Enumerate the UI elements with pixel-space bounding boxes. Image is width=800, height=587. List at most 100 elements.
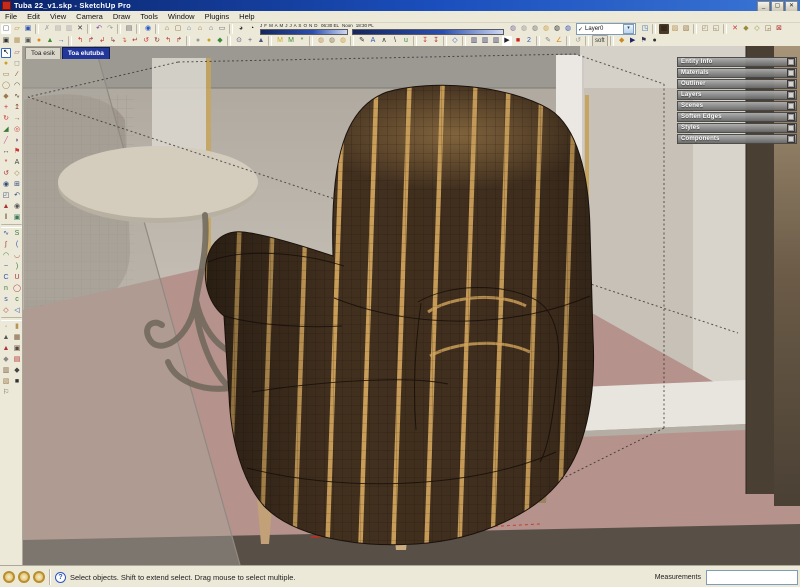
sep[interactable] xyxy=(1,224,22,228)
cut-icon[interactable]: ✗ xyxy=(42,24,52,34)
bezier-tool-15[interactable]: ◇ xyxy=(1,306,11,316)
panel-soften-edges[interactable]: Soften Edges xyxy=(677,112,797,122)
component-tan-icon[interactable]: ▨ xyxy=(670,24,680,34)
plus-tool-icon[interactable]: + xyxy=(245,36,255,46)
open-icon[interactable]: ▱ xyxy=(12,24,22,34)
paste-icon[interactable]: ▥ xyxy=(64,24,74,34)
delete-component-icon[interactable]: ⊠ xyxy=(774,24,784,34)
sep[interactable] xyxy=(136,24,140,34)
sun-icon[interactable]: ● xyxy=(34,36,44,46)
back-view-icon[interactable]: ⌂ xyxy=(206,24,216,34)
geo-status-icon-3[interactable] xyxy=(33,571,45,583)
drop-red-icon-1[interactable]: ↧ xyxy=(420,36,430,46)
followme-tool[interactable]: → xyxy=(12,114,22,124)
right-view-icon[interactable]: ⌂ xyxy=(195,24,205,34)
play-icon[interactable]: ▶ xyxy=(502,36,512,46)
sandbox-tool-3[interactable]: ▲ xyxy=(1,333,11,343)
sandbox-tool-10[interactable]: ◆ xyxy=(12,366,22,376)
group-edit-icon[interactable]: ◱ xyxy=(711,24,721,34)
menu-help[interactable]: Help xyxy=(234,12,259,21)
section-plane-tool[interactable]: ▣ xyxy=(12,213,22,223)
title-bar[interactable]: Tuba 22_v1.skp - SketchUp Pro _▢✕ xyxy=(0,0,800,11)
sep[interactable] xyxy=(462,36,466,46)
eraser2-tool[interactable]: ◻ xyxy=(12,59,22,69)
diamond-green-icon[interactable]: ◆ xyxy=(215,36,225,46)
sep[interactable] xyxy=(227,36,231,46)
menu-draw[interactable]: Draw xyxy=(108,12,136,21)
menu-file[interactable]: File xyxy=(0,12,22,21)
angle-icon[interactable]: ∧ xyxy=(379,36,389,46)
layer-dropdown[interactable]: ✓ Layer0 ▾ xyxy=(576,23,636,35)
component-copy-icon[interactable]: ▧ xyxy=(681,24,691,34)
shadow-toggle-icon[interactable]: ◍ xyxy=(508,24,518,34)
tree-icon[interactable]: ▲ xyxy=(45,36,55,46)
bezier-tool-13[interactable]: s xyxy=(1,295,11,305)
film-icon-1[interactable]: ▥ xyxy=(469,36,479,46)
sep[interactable] xyxy=(723,24,727,34)
chevron-down-icon[interactable]: ▾ xyxy=(623,24,634,34)
sandbox-tool-9[interactable]: ▥ xyxy=(1,366,11,376)
ball-tan-icon[interactable]: ◍ xyxy=(316,36,326,46)
panel-entity-info[interactable]: Entity Info xyxy=(677,57,797,67)
walk-tool[interactable]: ‖ xyxy=(1,213,11,223)
bezier-tool-16[interactable]: ◁ xyxy=(12,306,22,316)
expand-panel-icon[interactable] xyxy=(787,69,795,77)
sandbox-tool-2[interactable]: ▮ xyxy=(12,322,22,332)
ball-gray-icon[interactable]: ◍ xyxy=(327,36,337,46)
print-icon[interactable]: ▤ xyxy=(124,24,134,34)
sep[interactable] xyxy=(229,24,233,34)
swap-icon[interactable]: ◲ xyxy=(763,24,773,34)
bezier-tool-9[interactable]: C xyxy=(1,273,11,283)
freehand-tool[interactable]: ∿ xyxy=(12,92,22,102)
sep[interactable] xyxy=(309,36,313,46)
erase-icon[interactable]: ✕ xyxy=(75,24,85,34)
expand-panel-icon[interactable] xyxy=(787,102,795,110)
front-view-icon[interactable]: ⌂ xyxy=(184,24,194,34)
material-m-icon-2[interactable]: M xyxy=(286,36,296,46)
pencil-ruler-icon[interactable]: ✎ xyxy=(543,36,553,46)
bezier-tool-2[interactable]: S xyxy=(12,229,22,239)
textured-style-icon[interactable]: ◔ xyxy=(247,24,257,34)
flag-blue-icon[interactable]: ⚑ xyxy=(639,36,649,46)
offset-tool[interactable]: ◎ xyxy=(12,125,22,135)
orbit-tool[interactable]: ↺ xyxy=(1,169,11,179)
panel-materials[interactable]: Materials xyxy=(677,68,797,78)
geo-status-icon-2[interactable] xyxy=(18,571,30,583)
axes-tool[interactable]: * xyxy=(1,158,11,168)
hook-tool-icon-2[interactable]: ↱ xyxy=(86,36,96,46)
pencil-icon[interactable]: ✎ xyxy=(357,36,367,46)
bezier-tool-6[interactable]: ◡ xyxy=(12,251,22,261)
hook-tool-icon-5[interactable]: ↴ xyxy=(119,36,129,46)
film-icon-2[interactable]: ▥ xyxy=(480,36,490,46)
menu-window[interactable]: Window xyxy=(163,12,200,21)
sep[interactable] xyxy=(1,317,22,321)
expand-panel-icon[interactable] xyxy=(787,58,795,66)
sandbox-tool-4[interactable]: ▦ xyxy=(12,333,22,343)
tri-tool-icon[interactable]: ▲ xyxy=(256,36,266,46)
select-tool[interactable]: ↖ xyxy=(1,48,11,58)
film-icon-3[interactable]: ▥ xyxy=(491,36,501,46)
panel-layers[interactable]: Layers xyxy=(677,90,797,100)
protractor-tool[interactable]: ◗ xyxy=(12,136,22,146)
material-m-icon-1[interactable]: M xyxy=(275,36,285,46)
dimension-tool[interactable]: ↔ xyxy=(1,147,11,157)
shadow-dark-icon[interactable]: ◍ xyxy=(552,24,562,34)
menu-view[interactable]: View xyxy=(45,12,71,21)
measurements-input[interactable] xyxy=(706,570,798,585)
expand-panel-icon[interactable] xyxy=(787,124,795,132)
expand-panel-icon[interactable] xyxy=(787,80,795,88)
text-a-icon[interactable]: A xyxy=(368,36,378,46)
expand-panel-icon[interactable] xyxy=(787,113,795,121)
sandbox-tool-1[interactable]: · xyxy=(1,322,11,332)
undo-icon[interactable]: ↶ xyxy=(94,24,104,34)
new-icon[interactable]: ▢ xyxy=(1,24,11,34)
fog-icon-1[interactable]: ◍ xyxy=(519,24,529,34)
bezier-tool-4[interactable]: ( xyxy=(12,240,22,250)
panel-outliner[interactable]: Outliner xyxy=(677,79,797,89)
polygon-tool[interactable]: ◆ xyxy=(1,92,11,102)
copy-icon[interactable]: ▤ xyxy=(53,24,63,34)
bezier-tool-5[interactable]: ◠ xyxy=(1,251,11,261)
sandbox-tool-6[interactable]: ▣ xyxy=(12,344,22,354)
target-icon[interactable]: ⊙ xyxy=(234,36,244,46)
geo-status-icon-1[interactable] xyxy=(3,571,15,583)
